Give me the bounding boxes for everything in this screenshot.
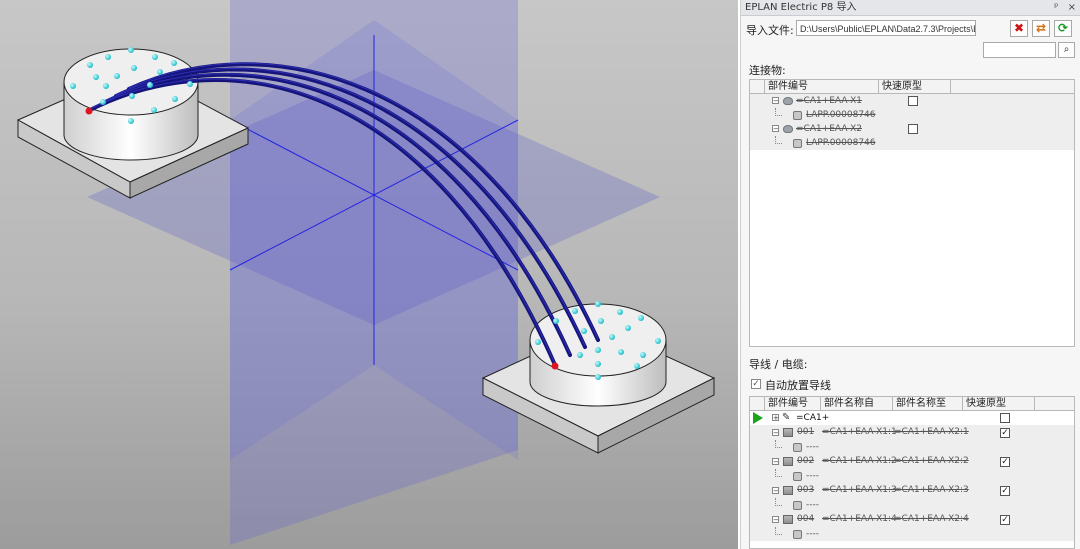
list-item[interactable]: − =CA1+EAA-X2	[750, 122, 1074, 136]
expand-icon[interactable]: +	[772, 414, 779, 422]
magnifier-icon: ⌕	[1063, 44, 1070, 55]
collapse-icon[interactable]: −	[772, 458, 779, 466]
right-active-pin	[551, 362, 559, 370]
quick-prototype-checkbox[interactable]: ✓	[1000, 515, 1010, 525]
database-icon	[793, 530, 802, 539]
cable-row[interactable]: + ✎ =CA1+	[750, 411, 1074, 425]
wire-id: 002	[797, 456, 815, 466]
list-item[interactable]: LAPP.00008746	[750, 136, 1074, 150]
part-name: LAPP.00008746	[806, 110, 876, 120]
close-icon[interactable]: ×	[1068, 2, 1076, 13]
wire-icon	[783, 486, 793, 495]
wire-from: =CA1+EAA-X1:2	[822, 456, 897, 466]
import-panel: EPLAN Electric P8 导入 ᵖ × 导入文件: D:\Users\…	[740, 0, 1080, 549]
wire-icon	[783, 428, 793, 437]
refresh-icon: ⟳	[1057, 21, 1069, 35]
pin-icon[interactable]: ᵖ	[1054, 2, 1058, 13]
panel-title: EPLAN Electric P8 导入	[745, 2, 857, 13]
wire-id: 001	[797, 427, 815, 437]
col-quick-prototype[interactable]: 快速原型	[878, 80, 950, 93]
wire-sub: ----	[806, 500, 819, 510]
connector-icon	[783, 97, 793, 105]
database-icon	[793, 111, 802, 120]
quick-prototype-checkbox[interactable]	[908, 124, 918, 134]
cable-name: =CA1+	[796, 413, 830, 423]
database-icon	[793, 501, 802, 510]
connections-grid-header: 部件编号 快速原型	[750, 80, 1074, 94]
database-icon	[793, 443, 802, 452]
wire-sub: ----	[806, 529, 819, 539]
col-part-from[interactable]: 部件名称自	[820, 397, 892, 410]
import-file-row: 导入文件: D:\Users\Public\EPLAN\Data2.7.3\Pr…	[746, 20, 1076, 38]
import-file-input[interactable]: D:\Users\Public\EPLAN\Data2.7.3\Projects…	[796, 20, 976, 36]
delete-icon: ✖	[1013, 21, 1025, 35]
wire-from: =CA1+EAA-X1:3	[822, 485, 897, 495]
refresh-button[interactable]: ⟳	[1054, 20, 1072, 37]
table-row[interactable]: − 003 =CA1+EAA-X1:3 =CA1+EAA-X2:3 ✓	[750, 483, 1074, 498]
import-file-label: 导入文件:	[746, 24, 794, 37]
col-part-to[interactable]: 部件名称至	[892, 397, 962, 410]
wire-id: 003	[797, 485, 815, 495]
collapse-icon[interactable]: −	[772, 97, 779, 105]
quick-prototype-checkbox[interactable]	[1000, 413, 1010, 423]
quick-prototype-checkbox[interactable]: ✓	[1000, 486, 1010, 496]
connections-grid[interactable]: 部件编号 快速原型 − =CA1+EAA-X1 LAPP.00008746 − …	[749, 79, 1075, 347]
col-quick-prototype[interactable]: 快速原型	[962, 397, 1034, 410]
wire-to: =CA1+EAA-X2:1	[894, 427, 969, 437]
wire-to: =CA1+EAA-X2:4	[894, 514, 969, 524]
wire-to: =CA1+EAA-X2:2	[894, 456, 969, 466]
component-name: =CA1+EAA-X1	[796, 96, 862, 106]
collapse-icon[interactable]: −	[772, 429, 779, 437]
wire-icon	[783, 457, 793, 466]
table-row[interactable]: ----	[750, 498, 1074, 512]
panel-titlebar: EPLAN Electric P8 导入 ᵖ ×	[741, 0, 1080, 16]
wires-label: 导线 / 电缆:	[749, 358, 808, 371]
wire-to: =CA1+EAA-X2:3	[894, 485, 969, 495]
swap-arrows-icon: ⇄	[1035, 21, 1047, 35]
database-icon	[793, 139, 802, 148]
col-part-number[interactable]: 部件编号	[764, 80, 878, 93]
table-row[interactable]: − 001 =CA1+EAA-X1:1 =CA1+EAA-X2:1 ✓	[750, 425, 1074, 440]
collapse-icon[interactable]: −	[772, 487, 779, 495]
wire-from: =CA1+EAA-X1:1	[822, 427, 897, 437]
cable-icon: ✎	[782, 412, 791, 423]
table-row[interactable]: − 002 =CA1+EAA-X1:2 =CA1+EAA-X2:2 ✓	[750, 454, 1074, 469]
swap-button[interactable]: ⇄	[1032, 20, 1050, 37]
wire-sub: ----	[806, 471, 819, 481]
wire-sub: ----	[806, 442, 819, 452]
connector-icon	[783, 125, 793, 133]
3d-viewport[interactable]	[0, 0, 738, 549]
quick-prototype-checkbox[interactable]	[908, 96, 918, 106]
quick-prototype-checkbox[interactable]: ✓	[1000, 428, 1010, 438]
connections-label: 连接物:	[749, 64, 786, 77]
database-icon	[793, 472, 802, 481]
collapse-icon[interactable]: −	[772, 516, 779, 524]
component-name: =CA1+EAA-X2	[796, 124, 862, 134]
search-button[interactable]: ⌕	[1058, 42, 1075, 58]
current-row-arrow-icon	[753, 412, 763, 424]
delete-button[interactable]: ✖	[1010, 20, 1028, 37]
auto-place-checkbox[interactable]: ✓	[751, 379, 761, 389]
quick-prototype-checkbox[interactable]: ✓	[1000, 457, 1010, 467]
col-part-number[interactable]: 部件编号	[764, 397, 820, 410]
wires-grid[interactable]: 部件编号 部件名称自 部件名称至 快速原型 + ✎ =CA1+ − 001 =C…	[749, 396, 1075, 549]
search-input[interactable]	[983, 42, 1056, 58]
table-row[interactable]: ----	[750, 527, 1074, 541]
wire-from: =CA1+EAA-X1:4	[822, 514, 897, 524]
wires-grid-header: 部件编号 部件名称自 部件名称至 快速原型	[750, 397, 1074, 411]
table-row[interactable]: − 004 =CA1+EAA-X1:4 =CA1+EAA-X2:4 ✓	[750, 512, 1074, 527]
3d-scene[interactable]	[0, 0, 738, 549]
wire-icon	[783, 515, 793, 524]
list-item[interactable]: − =CA1+EAA-X1	[750, 94, 1074, 108]
table-row[interactable]: ----	[750, 469, 1074, 483]
left-active-pin	[85, 107, 93, 115]
collapse-icon[interactable]: −	[772, 125, 779, 133]
list-item[interactable]: LAPP.00008746	[750, 108, 1074, 122]
part-name: LAPP.00008746	[806, 138, 876, 148]
wire-id: 004	[797, 514, 815, 524]
table-row[interactable]: ----	[750, 440, 1074, 454]
auto-place-label: 自动放置导线	[765, 379, 831, 392]
